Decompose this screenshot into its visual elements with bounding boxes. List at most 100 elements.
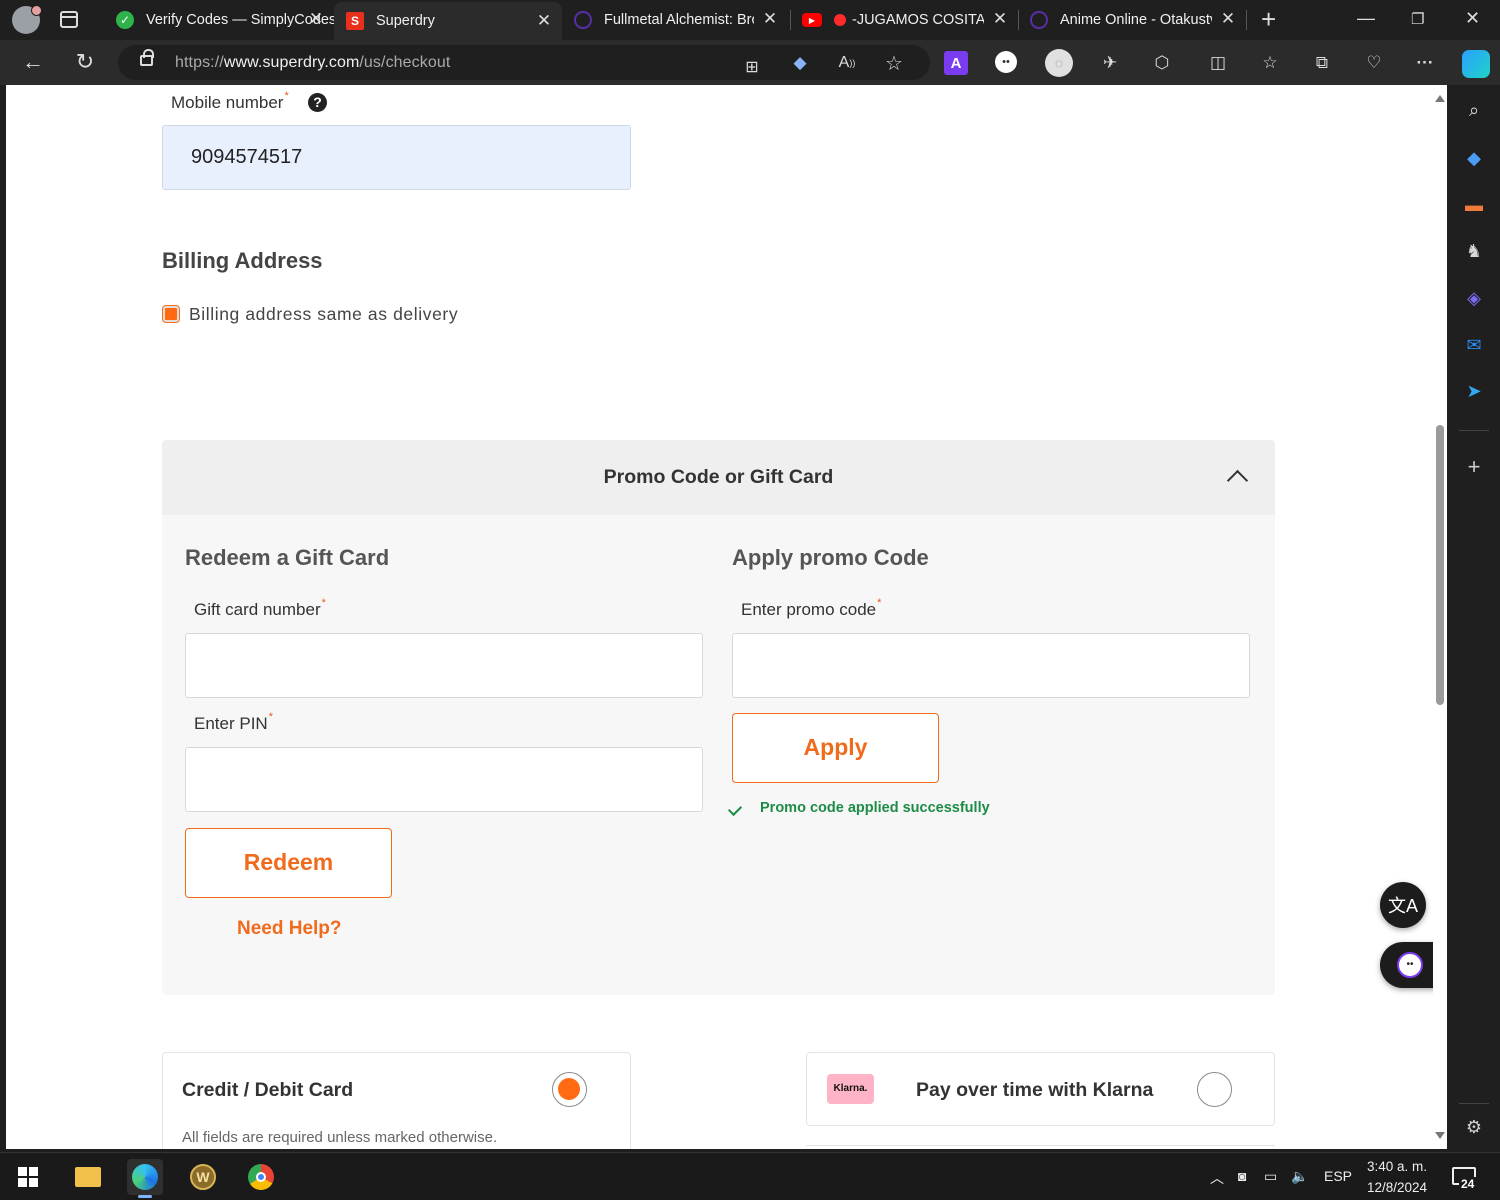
tab-title: Fullmetal Alchemist: Brotherhood <box>604 12 754 28</box>
edge-taskbar-icon[interactable] <box>127 1159 163 1198</box>
tab-youtube[interactable]: ▶ -JUGAMOS COSITAS ✕ <box>790 0 1018 40</box>
language-indicator[interactable]: ESP <box>1324 1168 1352 1184</box>
card-radio[interactable] <box>552 1072 587 1107</box>
clock-date[interactable]: 12/8/2024 <box>1367 1180 1427 1195</box>
tab-otakustv[interactable]: Anime Online - Otakustv ✕ <box>1018 0 1246 40</box>
minimize-icon[interactable]: — <box>1357 8 1375 29</box>
add-icon[interactable]: + <box>1462 454 1486 479</box>
apply-button[interactable]: Apply <box>732 713 939 783</box>
chrome-icon[interactable] <box>243 1159 279 1195</box>
chrome-logo <box>248 1164 274 1190</box>
address-bar[interactable]: https://www.superdry.com/us/checkout ⊞ ◆… <box>118 45 930 80</box>
chat-assistant-icon[interactable]: •• <box>1380 942 1433 988</box>
translate-icon[interactable]: 文A <box>1380 882 1426 928</box>
file-explorer-icon[interactable] <box>70 1159 106 1195</box>
games-icon[interactable]: ♞ <box>1462 239 1486 263</box>
promo-success-text: Promo code applied successfully <box>760 800 990 816</box>
split-screen-icon[interactable]: ◫ <box>1206 51 1230 75</box>
help-icon[interactable]: ? <box>308 93 327 112</box>
settings-gear-icon[interactable]: ⚙ <box>1462 1115 1486 1139</box>
tab-separator <box>1246 10 1247 30</box>
youtube-icon: ▶ <box>802 13 822 27</box>
close-tab-icon[interactable]: ✕ <box>306 9 326 29</box>
klarna-logo: Klarna. <box>827 1074 874 1104</box>
anime-icon <box>574 11 592 29</box>
close-tab-icon[interactable]: ✕ <box>990 9 1010 29</box>
windows-start-icon[interactable] <box>10 1159 46 1195</box>
promo-code-heading: Apply promo Code <box>732 545 929 570</box>
tab-actions-icon[interactable] <box>60 11 78 28</box>
url-text[interactable]: https://www.superdry.com/us/checkout <box>175 54 450 72</box>
superdry-icon: S <box>346 12 364 30</box>
close-tab-icon[interactable]: ✕ <box>534 11 554 31</box>
address-toolbar: ← ↻ https://www.superdry.com/us/checkout… <box>0 40 1500 85</box>
promo-title: Promo Code or Gift Card <box>603 466 834 488</box>
meet-icon[interactable]: ◙ <box>1238 1168 1246 1184</box>
more-menu-icon[interactable]: ··· <box>1413 51 1437 75</box>
new-tab-icon[interactable]: + <box>1261 6 1276 32</box>
windows-taskbar: W ︿ ◙ ▭ 🔈 ESP 3:40 a. m. 12/8/2024 24 <box>0 1152 1500 1200</box>
browser-essentials-icon[interactable]: ♡ <box>1362 51 1386 75</box>
credit-card-option[interactable]: Credit / Debit Card All fields are requi… <box>162 1052 631 1149</box>
klarna-radio[interactable] <box>1197 1072 1232 1107</box>
need-help-link[interactable]: Need Help? <box>237 918 342 940</box>
extension-plane-icon[interactable]: ✈ <box>1098 51 1122 75</box>
scroll-thumb[interactable] <box>1436 425 1444 705</box>
required-asterisk: * <box>268 711 273 723</box>
shopping-tag-icon[interactable]: ◆ <box>1462 146 1486 170</box>
billing-same-checkbox[interactable] <box>162 305 180 323</box>
tab-title: -JUGAMOS COSITAS <box>852 12 984 28</box>
close-tab-icon[interactable]: ✕ <box>1218 9 1238 29</box>
mobile-label: Mobile number* <box>171 90 289 113</box>
app-available-icon[interactable]: ⊞ <box>740 55 764 79</box>
mobile-label-text: Mobile number <box>171 93 284 112</box>
copilot-icon[interactable] <box>1462 50 1490 78</box>
required-asterisk: * <box>284 90 289 102</box>
collections-icon[interactable]: ⧉ <box>1310 51 1334 75</box>
search-icon[interactable]: ⌕ <box>1462 98 1486 122</box>
scroll-up-arrow[interactable] <box>1435 95 1445 102</box>
extension-bot-icon[interactable]: •• <box>995 51 1017 73</box>
network-icon[interactable]: ▭ <box>1264 1168 1277 1185</box>
back-arrow-icon[interactable]: ← <box>20 50 46 74</box>
send-icon[interactable]: ➤ <box>1462 379 1486 403</box>
refresh-icon[interactable]: ↻ <box>72 50 98 74</box>
coupon-tag-icon[interactable]: ◆ <box>788 51 812 75</box>
copilot-sidebar-icon[interactable]: ◈ <box>1462 286 1486 310</box>
clock-time[interactable]: 3:40 a. m. <box>1367 1159 1427 1174</box>
promo-accordion-header[interactable]: Promo Code or Gift Card <box>162 440 1275 515</box>
mobile-number-input[interactable]: 9094574517 <box>162 125 631 190</box>
required-asterisk: * <box>877 597 882 609</box>
gift-card-number-input[interactable] <box>185 633 703 698</box>
close-window-icon[interactable]: ✕ <box>1465 8 1480 29</box>
close-tab-icon[interactable]: ✕ <box>760 9 780 29</box>
tray-chevron-icon[interactable]: ︿ <box>1210 1168 1224 1188</box>
gift-card-heading: Redeem a Gift Card <box>185 545 390 570</box>
page-scrollbar[interactable] <box>1433 85 1447 1149</box>
recording-dot-icon <box>834 14 846 26</box>
outlook-icon[interactable]: ✉ <box>1462 333 1486 357</box>
tab-fullmetal[interactable]: Fullmetal Alchemist: Brotherhood ✕ <box>562 0 788 40</box>
promo-code-input[interactable] <box>732 633 1250 698</box>
billing-same-label[interactable]: Billing address same as delivery <box>189 304 458 325</box>
favorites-icon[interactable]: ☆ <box>1258 51 1282 75</box>
extension-grammarly-icon[interactable]: ◌ <box>1045 49 1073 77</box>
profile-avatar[interactable] <box>12 5 42 34</box>
scroll-down-arrow[interactable] <box>1435 1132 1445 1139</box>
redeem-button[interactable]: Redeem <box>185 828 392 898</box>
read-aloud-icon[interactable]: A)) <box>835 51 859 75</box>
pin-input[interactable] <box>185 747 703 812</box>
lock-icon[interactable] <box>140 49 154 66</box>
extension-a-icon[interactable]: A <box>944 51 968 75</box>
tab-superdry[interactable]: S Superdry ✕ <box>334 2 562 40</box>
wow-logo: W <box>190 1164 216 1190</box>
favorite-star-icon[interactable]: ☆ <box>882 51 906 75</box>
klarna-option[interactable]: Klarna. Pay over time with Klarna <box>806 1052 1275 1126</box>
volume-icon[interactable]: 🔈 <box>1291 1168 1308 1185</box>
tools-icon[interactable]: ▬ <box>1462 193 1486 217</box>
wow-icon[interactable]: W <box>185 1159 221 1195</box>
restore-icon[interactable]: ❐ <box>1411 10 1424 28</box>
extensions-puzzle-icon[interactable]: ⬡ <box>1150 51 1174 75</box>
tab-simplycodes[interactable]: ✓ Verify Codes — SimplyCodes ✕ <box>104 0 334 40</box>
promo-code-label-text: Enter promo code <box>741 600 877 619</box>
